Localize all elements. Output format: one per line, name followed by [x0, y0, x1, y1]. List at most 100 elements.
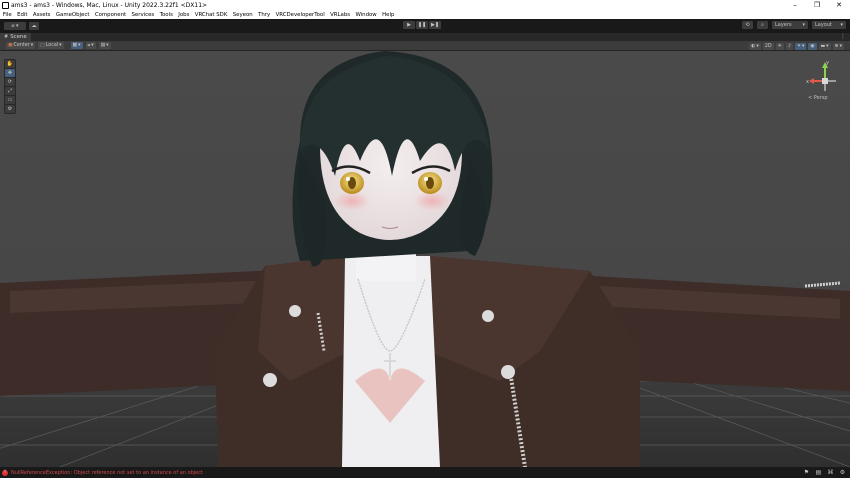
chevron-down-icon: ▾ [91, 43, 94, 48]
chevron-down-icon: ▾ [801, 43, 805, 49]
audio-toggle[interactable]: ♪ [785, 42, 793, 50]
eye-icon: ◉ [810, 43, 815, 49]
hand-tool-icon[interactable]: ✋ [5, 60, 15, 68]
draw-mode-button[interactable]: ◐ ▾ [749, 42, 761, 50]
button-1 [289, 305, 301, 317]
2d-icon: 2D [764, 43, 772, 49]
effects-toggle[interactable]: ✦ ▾ [794, 42, 807, 50]
button-2 [482, 310, 494, 322]
status-bar[interactable]: ! NullReferenceException: Object referen… [0, 467, 850, 478]
window-title: ams3 - ams3 - Windows, Mac, Linux - Unit… [11, 1, 208, 9]
toolbar-right: ⟲ ⌕ Layers ▾ Layout ▾ [742, 21, 846, 29]
debug-icon[interactable]: ⌘ [827, 469, 834, 476]
chevron-down-icon: ▾ [826, 43, 829, 49]
transform-tool-icon[interactable]: ⚙ [5, 105, 15, 113]
chevron-down-icon: ▾ [106, 43, 109, 48]
menu-vrlabs[interactable]: VRLabs [327, 12, 352, 18]
menu-vrcdevelopertool[interactable]: VRCDeveloperTool [273, 12, 328, 18]
persp-label[interactable]: < Persp [808, 95, 828, 101]
2d-toggle[interactable]: 2D [762, 42, 774, 50]
chevron-down-icon: ▾ [30, 43, 34, 48]
account-dropdown[interactable]: ⌀ ▾ [4, 21, 26, 30]
tool-palette: ✋ ✥ ⟳ ⤢ ▭ ⚙ [4, 59, 16, 114]
error-icon: ! [2, 469, 8, 476]
audio-icon: ♪ [787, 43, 791, 49]
scene-viewport[interactable]: ✋ ✥ ⟳ ⤢ ▭ ⚙ y x < Persp [0, 51, 850, 467]
menu-vrchat-sdk[interactable]: VRChat SDK [192, 12, 230, 18]
shading-icon: ◐ [751, 43, 756, 49]
rotate-tool-icon[interactable]: ⟳ [5, 78, 15, 86]
gizmos-icon: ⊕ [834, 43, 839, 49]
menu-services[interactable]: Services [129, 12, 157, 18]
space-icon: ⬚ [40, 43, 45, 48]
cloud-icon[interactable]: ☁ [29, 21, 39, 30]
play-button[interactable]: ▶ [403, 21, 415, 29]
hidden-objects-toggle[interactable]: ◉ [808, 42, 817, 50]
chevron-down-icon: ▾ [802, 22, 805, 28]
close-button[interactable]: ✕ [828, 0, 850, 10]
layout-label: Layout [815, 22, 832, 28]
history-icon[interactable]: ⟲ [742, 21, 753, 29]
menu-help[interactable]: Help [379, 12, 397, 18]
menu-file[interactable]: File [0, 12, 14, 18]
space-dropdown[interactable]: ⬚ Local ▾ [38, 42, 64, 49]
status-icons: ⚑ ▤ ⌘ ⚙ [803, 469, 846, 476]
layers-label: Layers [775, 22, 792, 28]
unity-logo-icon [2, 1, 9, 9]
effects-icon: ✦ [796, 43, 801, 49]
scene-toolbar: ▣ Center ▾ ⬚ Local ▾ ▦ ▾ ⌗ ▾ ▤ ▾ ◐ ▾ 2D ☀ ♪ ✦ ▾ ◉… [0, 41, 850, 51]
search-icon[interactable]: ⌕ [757, 21, 768, 29]
title-bar: ams3 - ams3 - Windows, Mac, Linux - Unit… [0, 0, 850, 10]
lighting-toggle[interactable]: ☀ [775, 42, 784, 50]
scale-tool-icon[interactable]: ⤢ [5, 87, 15, 95]
scene-icon: # [4, 34, 9, 40]
tab-scene-label: Scene [10, 34, 27, 40]
menu-window[interactable]: Window [353, 12, 380, 18]
camera-settings-button[interactable]: ▬ ▾ [818, 42, 831, 50]
menu-bar: File Edit Assets GameObject Component Se… [0, 10, 850, 19]
snap-increment-button[interactable]: ⌗ ▾ [85, 42, 96, 49]
maximize-button[interactable]: ❐ [806, 0, 828, 10]
button-4 [501, 365, 515, 379]
chevron-down-icon: ▾ [78, 43, 81, 48]
grid-visibility-button[interactable]: ▤ ▾ [98, 42, 111, 49]
rect-tool-icon[interactable]: ▭ [5, 96, 15, 104]
move-tool-icon[interactable]: ✥ [5, 69, 15, 77]
camera-icon: ▬ [820, 43, 826, 49]
gizmo-y-label: y [826, 60, 829, 66]
tab-bar: # Scene ⋮ [0, 32, 850, 42]
error-message[interactable]: NullReferenceException: Object reference… [11, 470, 203, 476]
menu-tools[interactable]: Tools [157, 12, 176, 18]
menu-thry[interactable]: Thry [255, 12, 273, 18]
pivot-label: Center [13, 43, 30, 48]
menu-edit[interactable]: Edit [14, 12, 30, 18]
light-icon: ☀ [777, 43, 782, 49]
scene-toolbar-right: ◐ ▾ 2D ☀ ♪ ✦ ▾ ◉ ▬ ▾ ⊕ ▾ [749, 42, 844, 50]
grid-snap-button[interactable]: ▦ ▾ [70, 42, 83, 49]
menu-component[interactable]: Component [92, 12, 129, 18]
pause-button[interactable]: ❚❚ [416, 21, 428, 29]
collab-icon[interactable]: ⚑ [803, 469, 810, 476]
layers-dropdown[interactable]: Layers ▾ [772, 21, 808, 29]
menu-assets[interactable]: Assets [30, 12, 53, 18]
minimize-button[interactable]: – [784, 0, 806, 10]
snap-icon: ⌗ [87, 43, 91, 49]
scene-render [0, 51, 850, 467]
main-toolbar: ⌀ ▾ ☁ ▶ ❚❚ ▶❚ ⟲ ⌕ Layers ▾ Layout ▾ [0, 19, 850, 32]
gizmos-button[interactable]: ⊕ ▾ [832, 42, 844, 50]
button-3 [263, 373, 277, 387]
progress-icon[interactable]: ▤ [815, 469, 822, 476]
chevron-down-icon: ▾ [839, 43, 842, 49]
tab-menu-icon[interactable]: ⋮ [840, 33, 846, 41]
menu-gameobject[interactable]: GameObject [53, 12, 92, 18]
menu-jobs[interactable]: Jobs [176, 12, 193, 18]
pivot-icon: ▣ [8, 43, 13, 48]
layout-dropdown[interactable]: Layout ▾ [812, 21, 846, 29]
settings-icon[interactable]: ⚙ [839, 469, 846, 476]
chevron-down-icon: ▾ [840, 22, 843, 28]
step-button[interactable]: ▶❚ [429, 21, 441, 29]
menu-seyeon[interactable]: Seyeon [230, 12, 255, 18]
play-controls: ▶ ❚❚ ▶❚ [403, 21, 441, 29]
pivot-dropdown[interactable]: ▣ Center ▾ [6, 42, 36, 49]
chevron-down-icon: ▾ [756, 43, 759, 49]
